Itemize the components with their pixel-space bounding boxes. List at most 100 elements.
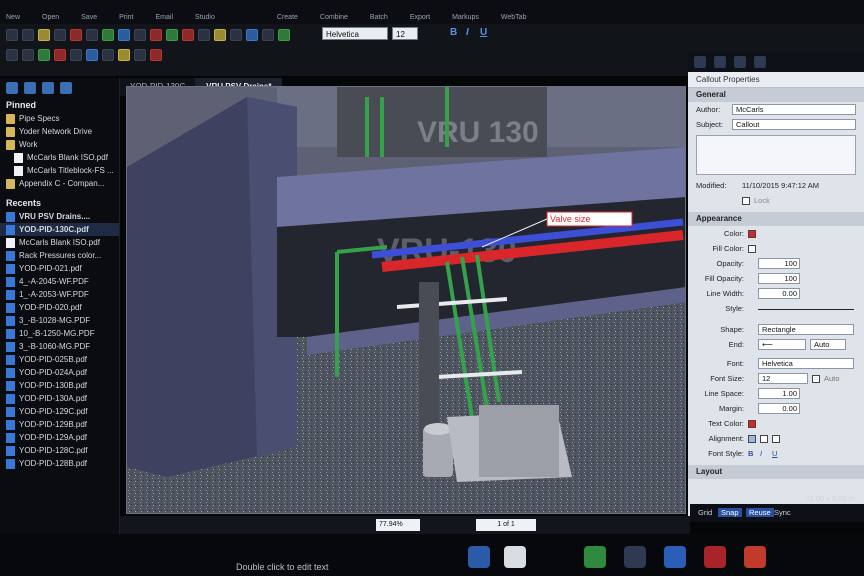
line-space-input[interactable]: 1.00 bbox=[758, 388, 800, 399]
align-center-icon[interactable] bbox=[760, 435, 768, 443]
menu-email[interactable]: Email bbox=[156, 14, 174, 24]
end-auto-select[interactable]: Auto bbox=[810, 339, 846, 350]
gear-icon[interactable] bbox=[694, 56, 706, 68]
revu-icon[interactable] bbox=[504, 546, 526, 568]
recent-file-item[interactable]: YOD-PID-021.pdf bbox=[0, 262, 119, 275]
recent-file-item[interactable]: Rack Pressures color... bbox=[0, 249, 119, 262]
recent-file-item[interactable]: YOD-PID-128B.pdf bbox=[0, 457, 119, 470]
pan-icon[interactable] bbox=[6, 49, 18, 61]
callout-icon[interactable] bbox=[214, 29, 226, 41]
recent-file-item[interactable]: YOD-PID-130C.pdf bbox=[0, 223, 119, 236]
pinned-item[interactable]: McCarls Blank ISO.pdf bbox=[0, 151, 119, 164]
opacity-input[interactable]: 100 bbox=[758, 258, 800, 269]
recent-file-item[interactable]: YOD-PID-020.pdf bbox=[0, 301, 119, 314]
sync-toggle[interactable]: Sync bbox=[774, 508, 791, 517]
polyline-icon[interactable] bbox=[262, 29, 274, 41]
autocad-icon[interactable] bbox=[704, 546, 726, 568]
globe-icon[interactable] bbox=[754, 56, 766, 68]
fill-opacity-input[interactable]: 100 bbox=[758, 273, 800, 284]
recent-file-item[interactable]: VRU PSV Drains.... bbox=[0, 210, 119, 223]
pen-icon[interactable] bbox=[714, 56, 726, 68]
callout-text[interactable]: Valve size bbox=[550, 214, 590, 224]
shape-select[interactable]: Rectangle bbox=[758, 324, 854, 335]
music-icon[interactable] bbox=[624, 546, 646, 568]
pinned-item[interactable]: Yoder Network Drive bbox=[0, 125, 119, 138]
eraser-icon[interactable] bbox=[54, 49, 66, 61]
recent-file-item[interactable]: 1_-A-2053-WF.PDF bbox=[0, 288, 119, 301]
recent-file-item[interactable]: 10_-B-1250-MG.PDF bbox=[0, 327, 119, 340]
shape-icon[interactable] bbox=[198, 29, 210, 41]
general-section-header[interactable]: General bbox=[688, 88, 864, 102]
font-size-select[interactable]: 12 bbox=[758, 373, 808, 384]
menu-create[interactable]: Create bbox=[277, 14, 298, 24]
recent-file-item[interactable]: YOD-PID-024A.pdf bbox=[0, 366, 119, 379]
menu-save[interactable]: Save bbox=[81, 14, 97, 24]
appearance-section-header[interactable]: Appearance bbox=[688, 212, 864, 226]
folder-icon[interactable] bbox=[42, 82, 54, 94]
font-size-select[interactable]: 12 bbox=[392, 27, 418, 40]
lock-checkbox[interactable] bbox=[742, 197, 750, 205]
text-box-icon[interactable] bbox=[134, 29, 146, 41]
link-icon[interactable] bbox=[134, 49, 146, 61]
underline-style-button[interactable]: U bbox=[772, 449, 777, 458]
cloud-icon[interactable] bbox=[246, 29, 258, 41]
italic-button[interactable]: I bbox=[466, 27, 469, 38]
measure-icon[interactable] bbox=[166, 29, 178, 41]
copy-icon[interactable] bbox=[54, 29, 66, 41]
bold-button[interactable]: B bbox=[450, 27, 457, 38]
paint-icon[interactable] bbox=[734, 56, 746, 68]
bookmark-icon[interactable] bbox=[24, 82, 36, 94]
bold-style-button[interactable]: B bbox=[748, 449, 753, 458]
app-icon-2[interactable] bbox=[744, 546, 766, 568]
recent-file-item[interactable]: YOD-PID-130A.pdf bbox=[0, 392, 119, 405]
file-icon[interactable] bbox=[6, 82, 18, 94]
stamp-icon[interactable] bbox=[102, 29, 114, 41]
recent-file-item[interactable]: 4_-A-2045-WF.PDF bbox=[0, 275, 119, 288]
menu-webtab[interactable]: WebTab bbox=[501, 14, 527, 24]
layout-section-header[interactable]: Layout bbox=[688, 465, 864, 479]
menu-combine[interactable]: Combine bbox=[320, 14, 348, 24]
pinned-item[interactable]: Appendix C - Compan... bbox=[0, 177, 119, 190]
fill-color-swatch[interactable] bbox=[748, 245, 756, 253]
align-right-icon[interactable] bbox=[772, 435, 780, 443]
select-icon[interactable] bbox=[118, 29, 130, 41]
grid-toggle[interactable]: Grid bbox=[698, 508, 712, 517]
pen-icon[interactable] bbox=[150, 29, 162, 41]
auto-checkbox[interactable] bbox=[812, 375, 820, 383]
author-field[interactable]: McCarls bbox=[732, 104, 856, 115]
zoom-icon[interactable] bbox=[22, 49, 34, 61]
italic-style-button[interactable]: I bbox=[760, 449, 762, 458]
bluebeam-icon[interactable] bbox=[468, 546, 490, 568]
page-icon[interactable] bbox=[70, 49, 82, 61]
menu-markups[interactable]: Markups bbox=[452, 14, 479, 24]
snap-toggle[interactable]: Snap bbox=[718, 508, 742, 517]
open-folder-icon[interactable] bbox=[38, 29, 50, 41]
recent-file-item[interactable]: YOD-PID-130B.pdf bbox=[0, 379, 119, 392]
highlight-icon[interactable] bbox=[182, 29, 194, 41]
redo-icon[interactable] bbox=[22, 29, 34, 41]
arrow-icon[interactable] bbox=[230, 29, 242, 41]
line-icon[interactable] bbox=[38, 49, 50, 61]
word-icon[interactable] bbox=[664, 546, 686, 568]
recent-file-item[interactable]: 3_-B-1060-MG.PDF bbox=[0, 340, 119, 353]
pinned-item[interactable]: Pipe Specs bbox=[0, 112, 119, 125]
color-swatch[interactable] bbox=[748, 230, 756, 238]
layers-icon[interactable] bbox=[86, 49, 98, 61]
reuse-toggle[interactable]: Reuse bbox=[746, 508, 774, 517]
recent-file-item[interactable]: YOD-PID-025B.pdf bbox=[0, 353, 119, 366]
app-icon[interactable] bbox=[584, 546, 606, 568]
pinned-item[interactable]: McCarls Titleblock-FS ... bbox=[0, 164, 119, 177]
recent-file-item[interactable]: YOD-PID-129A.pdf bbox=[0, 431, 119, 444]
zoom-input[interactable]: 77.94% bbox=[376, 519, 420, 531]
menu-print[interactable]: Print bbox=[119, 14, 133, 24]
recent-file-item[interactable]: 3_-B-1028-MG.PDF bbox=[0, 314, 119, 327]
recent-file-item[interactable]: YOD-PID-129B.pdf bbox=[0, 418, 119, 431]
menu-studio[interactable]: Studio bbox=[195, 14, 215, 24]
note-icon[interactable] bbox=[118, 49, 130, 61]
menu-open[interactable]: Open bbox=[42, 14, 59, 24]
check-icon[interactable] bbox=[278, 29, 290, 41]
recent-file-item[interactable]: McCarls Blank ISO.pdf bbox=[0, 236, 119, 249]
delete-icon[interactable] bbox=[70, 29, 82, 41]
underline-button[interactable]: U bbox=[480, 27, 487, 38]
page-number-input[interactable]: 1 of 1 bbox=[476, 519, 536, 531]
